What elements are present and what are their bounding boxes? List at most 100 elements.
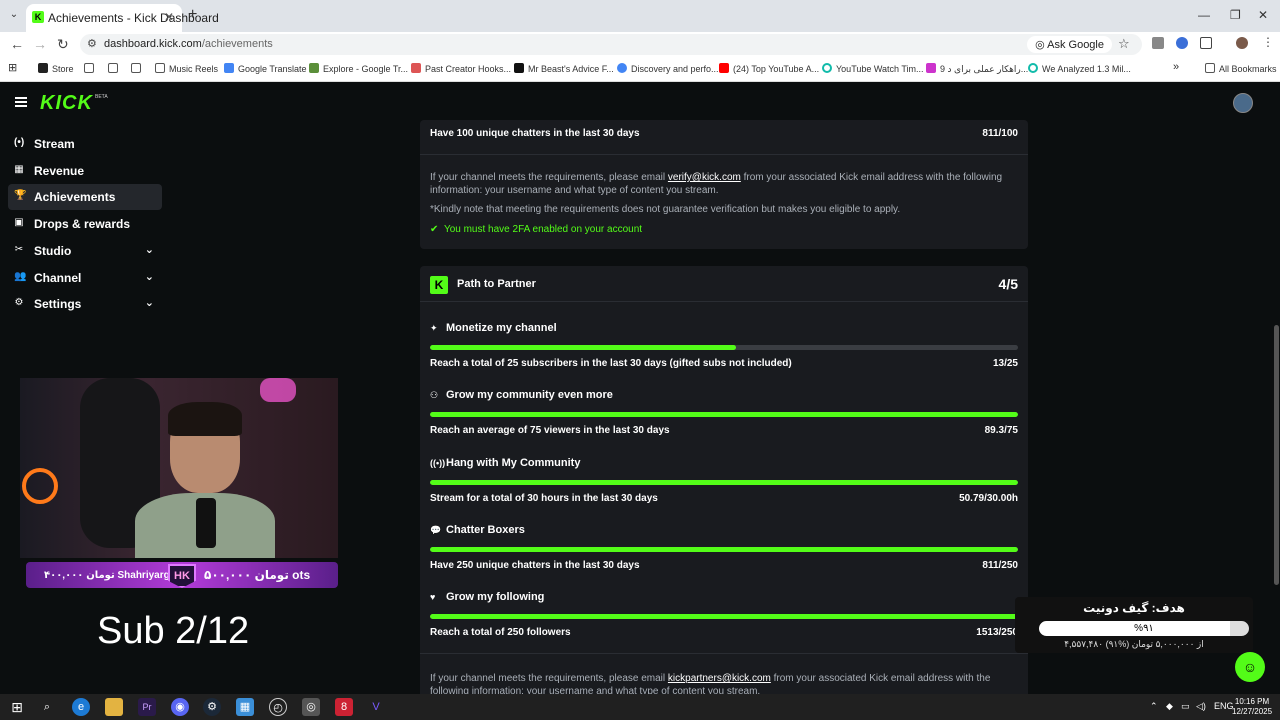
support-chat-icon[interactable]: ☺ <box>1235 652 1265 682</box>
more-bookmarks-chevron-icon[interactable]: » <box>1173 61 1179 73</box>
progress-bar <box>430 345 1018 350</box>
reload-icon[interactable]: ↻ <box>57 36 69 53</box>
extension-icon[interactable] <box>1152 37 1164 49</box>
tray-volume-icon[interactable]: ◁) <box>1196 701 1206 712</box>
section-heading-text: Chatter Boxers <box>446 523 525 536</box>
chevron-down-icon[interactable]: ⌄ <box>145 270 154 283</box>
bookmark-mr-beast[interactable]: Mr Beast's Advice F... <box>514 63 614 74</box>
bookmark-persian[interactable]: 9 راهکار عملی برای د... <box>926 63 1028 75</box>
sidebar-item-channel[interactable]: 👥 Channel ⌄ <box>8 265 162 291</box>
extensions-puzzle-icon[interactable] <box>1200 37 1212 49</box>
sidebar-item-label: Settings <box>34 297 82 312</box>
new-tab-plus-icon[interactable]: + <box>188 6 197 24</box>
url-omnibox[interactable]: ⚙ dashboard.kick.com/achievements ◎ Ask … <box>80 34 1142 55</box>
ask-google-button[interactable]: ◎ Ask Google <box>1027 36 1112 53</box>
requirement-value: 50.79/30.00h <box>959 492 1018 504</box>
bookmark-folder-icon[interactable] <box>84 63 98 74</box>
user-avatar[interactable] <box>1233 93 1253 113</box>
stream-icon: (•) <box>14 137 25 148</box>
bookmark-star-icon[interactable]: ☆ <box>1118 36 1130 52</box>
vpn-icon[interactable]: V <box>367 698 385 716</box>
requirement-value: 811/250 <box>982 559 1018 571</box>
back-arrow-icon[interactable]: ← <box>10 36 24 52</box>
requirement-value: 811/100 <box>982 128 1018 139</box>
verification-note: *Kindly note that meeting the requiremen… <box>430 204 901 215</box>
chevron-down-icon[interactable]: ⌄ <box>145 296 154 309</box>
site-info-icon[interactable]: ⚙ <box>87 37 97 50</box>
donation-goal-title: هدف: گیف دونیت <box>1083 601 1185 615</box>
profile-avatar-icon[interactable] <box>1236 37 1248 49</box>
progress-bar <box>430 614 1018 620</box>
search-icon[interactable]: ⌕ <box>38 698 56 716</box>
tab-search-chevron-icon[interactable]: ⌄ <box>6 7 22 23</box>
bookmark-explore-google-trends[interactable]: Explore - Google Tr... <box>309 63 408 74</box>
tray-language[interactable]: ENG <box>1214 701 1234 711</box>
browser-tab-achievements[interactable]: K Achievements - Kick Dashboard ✕ <box>26 4 219 32</box>
edge-icon[interactable]: e <box>72 698 90 716</box>
partner-email-link[interactable]: kickpartners@kick.com <box>668 673 771 684</box>
windows-start-icon[interactable]: ⊞ <box>8 698 26 716</box>
webcam-overlay <box>20 378 338 558</box>
extension-icon[interactable] <box>1176 37 1188 49</box>
bookmark-label: Mr Beast's Advice F... <box>528 64 614 74</box>
sidebar-item-label: Channel <box>34 270 82 285</box>
bookmark-top-youtube[interactable]: (24) Top YouTube A... <box>719 63 819 74</box>
chrome-icon[interactable]: ◎ <box>302 698 320 716</box>
sidebar-item-revenue[interactable]: ▦ Revenue <box>8 158 162 184</box>
progress-bar <box>430 546 1018 552</box>
clock-app-icon[interactable]: ◴ <box>269 698 287 716</box>
page-scrollbar[interactable] <box>1274 325 1279 585</box>
twofa-label: You must have 2FA enabled on your accoun… <box>443 224 643 235</box>
sparkle-icon: ✦ <box>430 323 438 333</box>
bookmark-folder-icon[interactable] <box>131 63 145 74</box>
progress-fill <box>430 546 1018 552</box>
sidebar-item-achievements[interactable]: 🏆 Achievements <box>8 184 162 211</box>
address-toolbar: ← → ↻ ⚙ dashboard.kick.com/achievements … <box>0 32 1280 56</box>
window-close-icon[interactable]: ✕ <box>1258 8 1268 22</box>
info-text: If your channel meets the requirements, … <box>430 172 668 183</box>
section-heading-text: Monetize my channel <box>446 322 557 334</box>
section-heading-text: Grow my community even more <box>446 389 613 402</box>
verify-email-link[interactable]: verify@kick.com <box>668 172 741 183</box>
apps-grid-icon[interactable]: ⊞ <box>8 61 17 74</box>
premiere-icon[interactable]: Pr <box>138 698 156 716</box>
sidebar-item-drops-rewards[interactable]: ▣ Drops & rewards <box>8 211 162 237</box>
bookmark-store[interactable]: Store <box>38 63 74 74</box>
discord-icon[interactable]: ◉ <box>171 698 189 716</box>
twofa-requirement: ✔ You must have 2FA enabled on your acco… <box>430 224 642 235</box>
bookmark-discovery[interactable]: Discovery and perfo... <box>617 63 719 74</box>
all-bookmarks-folder[interactable]: All Bookmarks <box>1205 63 1277 74</box>
chevron-down-icon[interactable]: ⌄ <box>145 243 154 256</box>
browser-menu-icon[interactable]: ⋮ <box>1262 35 1274 49</box>
progress-fill <box>430 479 1018 485</box>
file-explorer-icon[interactable] <box>105 698 123 716</box>
requirement-label: Reach a total of 25 subscribers in the l… <box>430 358 792 369</box>
bookmark-past-creator-hooks[interactable]: Past Creator Hooks... <box>411 63 511 74</box>
tray-shield-icon[interactable]: ◆ <box>1166 701 1173 712</box>
hamburger-menu-icon[interactable] <box>15 97 27 107</box>
kick-logo[interactable]: KICK <box>40 92 93 115</box>
bookmark-folder-icon[interactable] <box>108 63 122 74</box>
tray-clock[interactable]: 10:16 PM 12/27/2025 <box>1232 697 1272 717</box>
path-to-partner-title: Path to Partner <box>457 278 536 290</box>
tray-network-icon[interactable]: ▭ <box>1181 701 1190 712</box>
sidebar-item-settings[interactable]: ⚙ Settings ⌄ <box>8 291 162 317</box>
app-icon[interactable]: 8 <box>335 698 353 716</box>
gift-icon: ▣ <box>14 217 24 229</box>
restore-icon[interactable]: ❐ <box>1230 8 1241 22</box>
bookmark-google-translate[interactable]: Google Translate <box>224 63 307 74</box>
sidebar-item-studio[interactable]: ✂ Studio ⌄ <box>8 238 162 264</box>
requirement-value: 1513/250 <box>976 627 1018 639</box>
bookmark-youtube-watch-time[interactable]: YouTube Watch Tim... <box>822 63 924 74</box>
progress-bar <box>430 412 1018 418</box>
forward-arrow-icon[interactable]: → <box>33 36 47 52</box>
divider <box>420 301 1028 302</box>
sidebar-item-stream[interactable]: (•) Stream <box>8 131 162 157</box>
bookmark-music-reels[interactable]: Music Reels <box>155 63 218 74</box>
bookmark-we-analyzed[interactable]: We Analyzed 1.3 Mil... <box>1028 63 1131 74</box>
store-icon[interactable]: ▦ <box>236 698 254 716</box>
tray-chevron-icon[interactable]: ⌃ <box>1150 701 1158 712</box>
tab-close-icon[interactable]: ✕ <box>164 10 174 24</box>
minimize-icon[interactable]: — <box>1198 8 1210 22</box>
steam-icon[interactable]: ⚙ <box>203 698 221 716</box>
